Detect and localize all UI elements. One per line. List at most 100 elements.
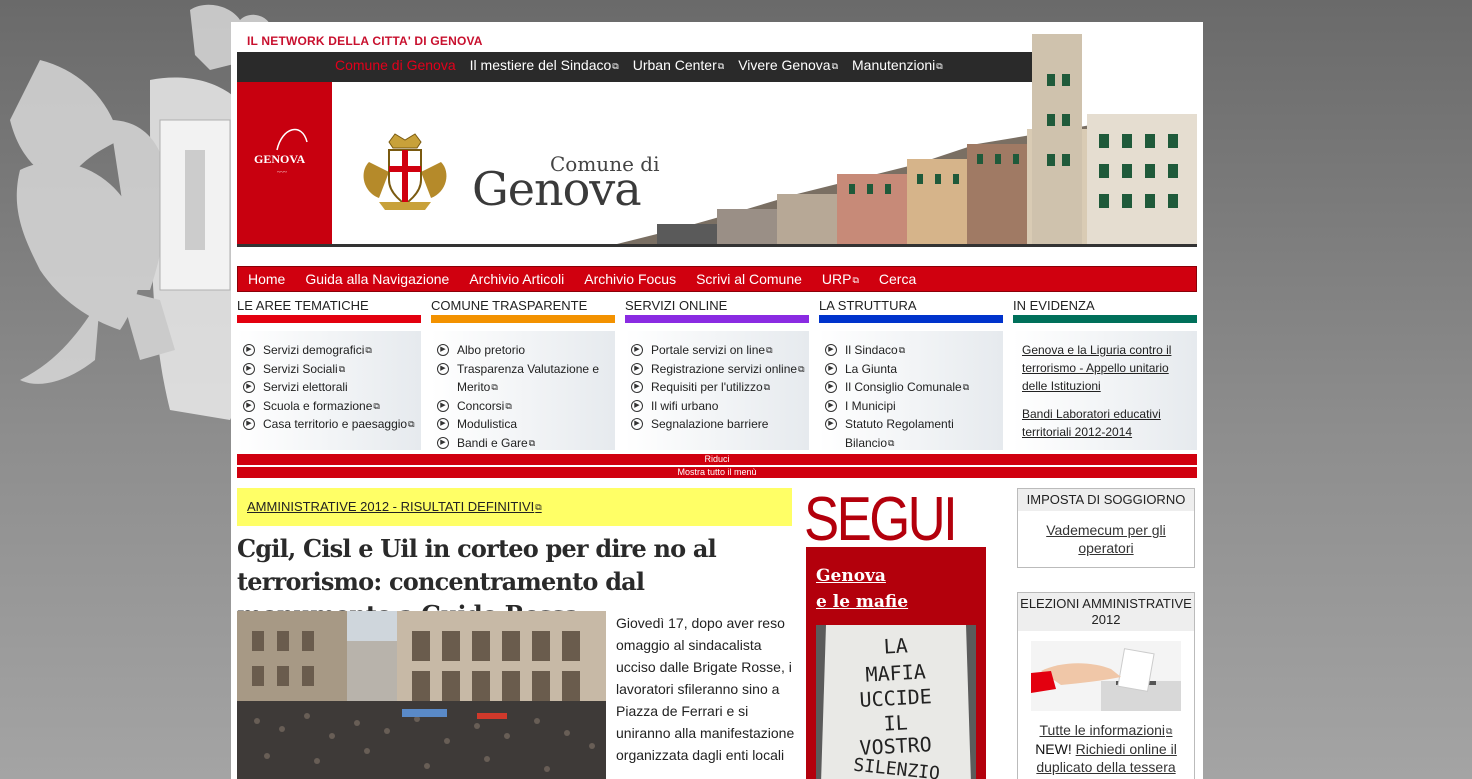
play-bullet-icon: ▶ — [631, 399, 643, 412]
menu-col-colorbar — [431, 315, 615, 323]
external-link-icon: ⧉ — [408, 419, 415, 429]
menu-item-portale-servizi[interactable]: ▶ Portale servizi on line⧉ — [629, 341, 809, 360]
menu-item-sindaco[interactable]: ▶ Il Sindaco⧉ — [823, 341, 1003, 360]
menu-item-statuto[interactable]: ▶ Statuto Regolamenti Bilancio⧉ — [823, 415, 1003, 452]
evidenza-link-terrorismo[interactable]: Genova e la Liguria contro il terrorismo… — [1022, 341, 1197, 395]
play-bullet-icon: ▶ — [243, 362, 255, 375]
menu-item-servizi-demografici[interactable]: ▶ Servizi demografici⧉ — [241, 341, 421, 360]
menu-col-title: SERVIZI ONLINE — [625, 298, 728, 313]
menu-item-servizi-sociali[interactable]: ▶ Servizi Sociali⧉ — [241, 360, 421, 379]
svg-text:MAFIA: MAFIA — [865, 659, 926, 686]
menu-col-title: LE AREE TEMATICHE — [237, 298, 369, 313]
page-container: IL NETWORK DELLA CITTA' DI GENOVA Comune… — [231, 22, 1203, 779]
mega-menu: LE AREE TEMATICHE ▶ Servizi demografici⧉ … — [237, 298, 1197, 450]
external-link-icon: ⧉ — [491, 382, 498, 392]
nav-guida-navigazione[interactable]: Guida alla Navigazione — [305, 271, 449, 287]
menu-col-title: COMUNE TRASPARENTE — [431, 298, 588, 313]
menu-item-municipi[interactable]: ▶ I Municipi — [823, 397, 1003, 416]
play-bullet-icon: ▶ — [631, 418, 643, 430]
box-title: IMPOSTA DI SOGGIORNO — [1018, 489, 1194, 511]
external-link-icon: ⧉ — [888, 437, 895, 448]
play-bullet-icon: ▶ — [243, 418, 255, 430]
play-bullet-icon: ▶ — [631, 381, 643, 393]
play-bullet-icon: ▶ — [243, 344, 255, 356]
external-link-icon: ⧉ — [528, 437, 536, 448]
box-title: ELEZIONI AMMINISTRATIVE 2012 — [1018, 593, 1194, 631]
nav-scrivi-comune[interactable]: Scrivi al Comune — [696, 271, 802, 287]
external-link-icon: ⧉ — [365, 345, 372, 355]
logo-tagline: ~~~ — [277, 170, 287, 176]
external-link-icon: ⧉ — [505, 400, 512, 411]
ballot-box-image — [1031, 641, 1181, 711]
menu-col-colorbar — [237, 315, 421, 323]
site-header: GENOVA ~~~ Comune di Genova — [237, 34, 1197, 247]
logo-swirl-icon — [276, 128, 308, 151]
menu-collapse-button[interactable]: Riduci — [237, 454, 1197, 465]
segui-title: SEGUI — [806, 493, 986, 547]
menu-col-colorbar — [819, 315, 1003, 323]
city-crest-icon[interactable] — [359, 132, 451, 212]
segui-banner[interactable]: SEGUI Genova e le mafie LA MAFIA UCCIDE … — [806, 493, 986, 779]
evidenza-link-bandi-laboratori[interactable]: Bandi Laboratori educativi territoriali … — [1022, 405, 1197, 441]
play-bullet-icon: ▶ — [825, 344, 837, 356]
menu-item-casa-territorio[interactable]: ▶ Casa territorio e paesaggio⧉ — [241, 415, 421, 434]
menu-item-servizi-elettorali[interactable]: ▶ Servizi elettorali — [241, 378, 421, 397]
main-navigation: Home Guida alla Navigazione Archivio Art… — [237, 266, 1197, 292]
menu-col-struttura: LA STRUTTURA ▶ Il Sindaco⧉ ▶ La Giunta ▶ Il… — [819, 298, 1003, 450]
menu-item-registrazione-servizi[interactable]: ▶ Registrazione servizi online⧉ — [629, 360, 809, 379]
tutte-informazioni-link[interactable]: Tutte le informazioni⧉ — [1040, 722, 1173, 738]
elections-notice: AMMINISTRATIVE 2012 - RISULTATI DEFINITI… — [237, 488, 792, 526]
network-title: IL NETWORK DELLA CITTA' DI GENOVA — [247, 34, 483, 48]
play-bullet-icon: ▶ — [437, 399, 449, 412]
menu-item-albo-pretorio[interactable]: ▶ Albo pretorio — [435, 341, 615, 360]
menu-item-bandi-gare[interactable]: ▶ Bandi e Gare⧉ — [435, 434, 615, 453]
segui-link-mafie[interactable]: Genova e le mafie — [816, 563, 908, 615]
nav-home[interactable]: Home — [248, 271, 285, 287]
menu-show-all-button[interactable]: Mostra tutto il menù — [237, 467, 1197, 478]
menu-col-servizi-online: SERVIZI ONLINE ▶ Portale servizi on line⧉… — [625, 298, 809, 450]
new-badge: NEW! — [1035, 741, 1072, 757]
nav-archivio-articoli[interactable]: Archivio Articoli — [469, 271, 564, 287]
antimafia-sign-photo: LA MAFIA UCCIDE IL VOSTRO SILENZIO — [816, 625, 976, 779]
menu-item-trasparenza[interactable]: ▶ Trasparenza Valutazione e Merito⧉ — [435, 360, 615, 397]
menu-item-modulistica[interactable]: ▶ Modulistica — [435, 415, 615, 434]
protest-sign-image: LA MAFIA UCCIDE IL VOSTRO SILENZIO — [816, 625, 976, 779]
external-link-icon: ⧉ — [535, 502, 542, 512]
svg-text:LA: LA — [883, 633, 908, 658]
brand-genova: Genova — [472, 162, 642, 216]
play-bullet-icon: ▶ — [825, 399, 837, 412]
nav-cerca[interactable]: Cerca — [879, 271, 916, 287]
vademecum-link[interactable]: Vademecum per gli operatori — [1046, 522, 1166, 556]
external-link-icon: ⧉ — [766, 345, 773, 355]
news-photo-crowd[interactable] — [237, 611, 606, 779]
top-link-sindaco[interactable]: Il mestiere del Sindaco⧉ — [470, 57, 619, 73]
play-bullet-icon: ▶ — [437, 436, 449, 449]
external-link-icon: ⧉ — [898, 345, 906, 355]
elections-results-link[interactable]: AMMINISTRATIVE 2012 - RISULTATI DEFINITI… — [247, 499, 542, 514]
genova-skyline-image — [617, 34, 1197, 244]
menu-item-concorsi[interactable]: ▶ Concorsi⧉ — [435, 397, 615, 416]
menu-item-giunta[interactable]: ▶ La Giunta — [823, 360, 1003, 379]
menu-item-scuola-formazione[interactable]: ▶ Scuola e formazione⧉ — [241, 397, 421, 416]
menu-col-colorbar — [1013, 315, 1197, 323]
menu-col-title: LA STRUTTURA — [819, 298, 917, 313]
menu-col-in-evidenza: IN EVIDENZA Genova e la Liguria contro i… — [1013, 298, 1197, 450]
menu-col-title: IN EVIDENZA — [1013, 298, 1095, 313]
play-bullet-icon: ▶ — [243, 399, 255, 412]
top-link-comune[interactable]: Comune di Genova — [335, 57, 456, 73]
menu-item-consiglio-comunale[interactable]: ▶ Il Consiglio Comunale⧉ — [823, 378, 1003, 397]
nav-urp[interactable]: URP⧉ — [822, 271, 859, 287]
menu-item-segnalazione-barriere[interactable]: ▶ Segnalazione barriere — [629, 415, 809, 434]
external-link-icon: ⧉ — [962, 382, 970, 392]
play-bullet-icon: ▶ — [437, 362, 449, 375]
menu-col-aree-tematiche: LE AREE TEMATICHE ▶ Servizi demografici⧉ … — [237, 298, 421, 450]
menu-col-comune-trasparente: COMUNE TRASPARENTE ▶ Albo pretorio ▶ Trasp… — [431, 298, 615, 450]
external-link-icon: ⧉ — [798, 363, 805, 374]
genova-logo[interactable]: GENOVA ~~~ — [237, 82, 332, 244]
menu-item-requisiti[interactable]: ▶ Requisiti per l'utilizzo⧉ — [629, 378, 809, 397]
nav-archivio-focus[interactable]: Archivio Focus — [584, 271, 676, 287]
play-bullet-icon: ▶ — [825, 418, 837, 430]
play-bullet-icon: ▶ — [437, 344, 449, 356]
external-link-icon: ⧉ — [852, 275, 859, 285]
menu-item-wifi-urbano[interactable]: ▶ Il wifi urbano — [629, 397, 809, 416]
